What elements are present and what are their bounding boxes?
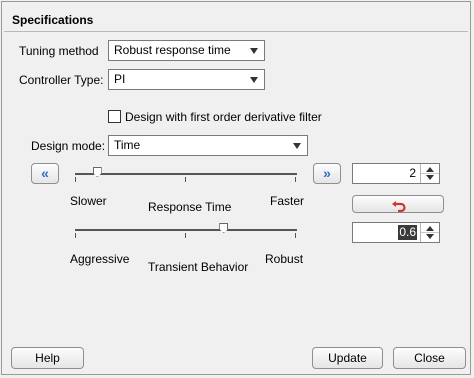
chevron-up-icon[interactable] xyxy=(426,226,434,231)
design-mode-dropdown[interactable]: Time xyxy=(108,135,308,156)
spinner-arrows[interactable] xyxy=(420,164,439,183)
transient-behavior-spinner[interactable]: 0.6 xyxy=(352,222,440,243)
increase-response-button[interactable]: » xyxy=(313,163,341,184)
chevron-down-icon[interactable] xyxy=(426,175,434,180)
tuning-method-label: Tuning method xyxy=(19,44,99,58)
slider-tick xyxy=(75,233,76,238)
slider-tick xyxy=(75,177,76,182)
response-time-value[interactable]: 2 xyxy=(408,166,417,181)
chevron-down-icon[interactable] xyxy=(426,234,434,239)
section-divider xyxy=(4,31,468,32)
slower-label: Slower xyxy=(70,194,107,208)
chevron-down-icon xyxy=(293,143,301,149)
slider-tick xyxy=(295,233,296,238)
tuning-method-value: Robust response time xyxy=(114,43,231,57)
slider-tick xyxy=(185,233,186,238)
transient-behavior-label: Transient Behavior xyxy=(148,260,249,274)
faster-label: Faster xyxy=(270,194,305,208)
undo-arrow-icon xyxy=(392,201,406,212)
reset-button[interactable] xyxy=(352,195,444,213)
help-button[interactable]: Help xyxy=(11,347,84,369)
controller-type-label: Controller Type: xyxy=(19,73,104,87)
controller-type-value: PI xyxy=(114,72,126,86)
response-time-spinner[interactable]: 2 xyxy=(352,163,440,184)
decrease-response-button[interactable]: « xyxy=(31,163,59,184)
slider-tick xyxy=(295,177,296,182)
response-time-slider-track[interactable] xyxy=(75,173,297,175)
response-time-label: Response Time xyxy=(148,200,232,214)
design-mode-value: Time xyxy=(114,138,141,152)
aggressive-label: Aggressive xyxy=(70,252,130,266)
double-chevron-left-icon: « xyxy=(41,165,49,181)
chevron-down-icon xyxy=(250,48,258,54)
design-mode-label: Design mode: xyxy=(31,139,106,153)
controller-type-dropdown[interactable]: PI xyxy=(108,69,265,90)
slider-tick xyxy=(185,177,186,182)
tuning-method-dropdown[interactable]: Robust response time xyxy=(108,40,265,61)
robust-label: Robust xyxy=(265,252,304,266)
derivative-filter-checkbox[interactable] xyxy=(108,110,121,123)
close-button[interactable]: Close xyxy=(393,347,466,369)
transient-behavior-slider-track[interactable] xyxy=(75,229,297,231)
section-title: Specifications xyxy=(12,13,94,27)
double-chevron-right-icon: » xyxy=(323,165,331,181)
chevron-up-icon[interactable] xyxy=(426,167,434,172)
update-button[interactable]: Update xyxy=(312,347,383,369)
spinner-arrows[interactable] xyxy=(420,223,439,242)
derivative-filter-label: Design with first order derivative filte… xyxy=(125,110,322,124)
chevron-down-icon xyxy=(250,77,258,83)
spinner-divider xyxy=(421,232,439,233)
transient-behavior-value[interactable]: 0.6 xyxy=(398,225,417,240)
spinner-divider xyxy=(421,173,439,174)
